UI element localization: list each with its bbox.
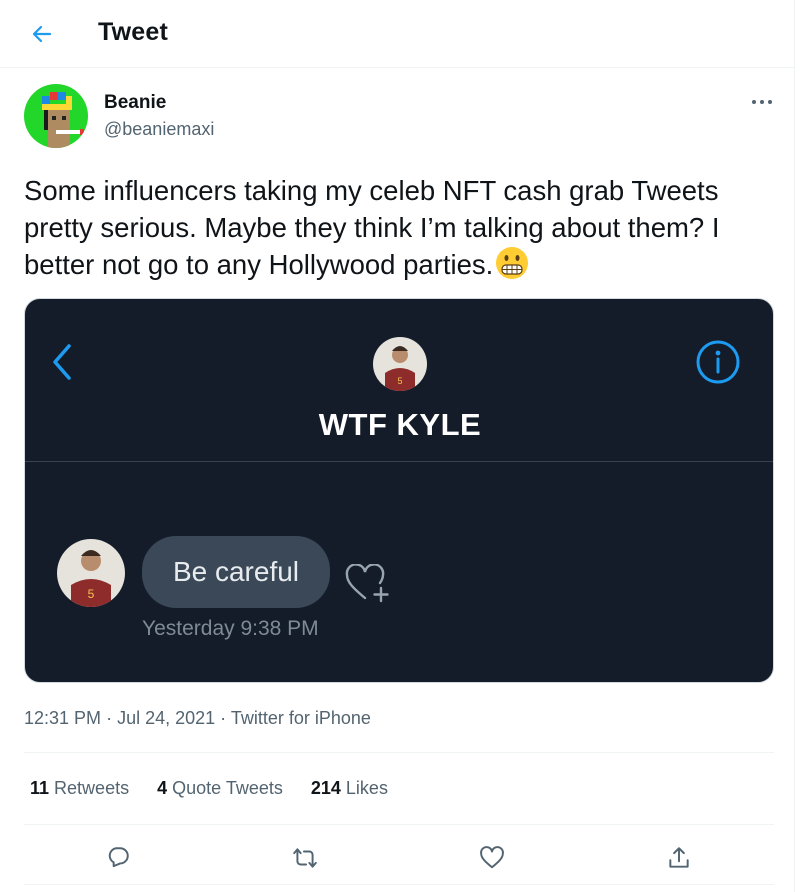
contact-avatar: 5 [373, 337, 427, 391]
share-button[interactable] [663, 842, 695, 874]
likes-count: 214 [310, 778, 341, 798]
divider [24, 884, 774, 885]
author-name[interactable]: Beanie [104, 92, 166, 114]
tweet-meta: 12:31 PM · Jul 24, 2021 · Twitter for iP… [24, 708, 371, 729]
reply-icon [108, 847, 129, 868]
likes-stat[interactable]: 214 Likes [311, 778, 388, 799]
message-bubble: Be careful [142, 536, 330, 608]
message-timestamp: Yesterday 9:38 PM [142, 617, 319, 640]
author-handle[interactable]: @beaniemaxi [104, 119, 214, 140]
svg-text:5: 5 [88, 587, 95, 601]
retweets-label: Retweets [54, 778, 130, 798]
tweet-time-link[interactable]: 12:31 PM [24, 708, 101, 728]
tweet-stats: 11 Retweets 4 Quote Tweets 214 Likes [30, 778, 388, 799]
svg-text:5: 5 [397, 376, 402, 386]
divider [24, 824, 774, 825]
share-icon [669, 847, 689, 868]
like-icon [480, 846, 504, 869]
page-title: Tweet [98, 18, 168, 46]
message-avatar: 5 [57, 539, 125, 607]
quote-tweets-label: Quote Tweets [172, 778, 283, 798]
tweet-header: Tweet [0, 0, 795, 68]
reply-button[interactable] [102, 842, 134, 874]
meta-separator-2: · [220, 708, 227, 728]
tweet-media-image[interactable]: 5 WTF KYLE 5 Be careful Yesterday 9:38 P… [24, 298, 774, 683]
contact-name: WTF KYLE [318, 407, 482, 442]
more-button[interactable] [748, 92, 776, 112]
tweet-body: Some influencers taking my celeb NFT cas… [24, 175, 720, 280]
column-border [794, 0, 795, 892]
tweet-actions [24, 834, 774, 882]
media-divider [25, 461, 773, 462]
author-avatar[interactable] [24, 84, 88, 148]
quote-tweets-count: 4 [157, 778, 168, 798]
grimacing-emoji-icon [495, 246, 529, 289]
meta-separator: · [106, 708, 113, 728]
info-icon [695, 339, 741, 390]
back-button[interactable] [28, 20, 56, 48]
heart-plus-icon [345, 563, 391, 609]
chevron-left-icon [51, 343, 73, 386]
likes-label: Likes [345, 778, 388, 798]
tweet-date-link[interactable]: Jul 24, 2021 [117, 708, 215, 728]
tweet-text: Some influencers taking my celeb NFT cas… [24, 172, 774, 289]
retweet-button[interactable] [289, 842, 321, 874]
retweet-icon [293, 848, 317, 868]
like-button[interactable] [476, 842, 508, 874]
retweets-count: 11 [30, 778, 50, 798]
back-arrow-icon [32, 25, 52, 43]
quote-tweets-stat[interactable]: 4 Quote Tweets [157, 778, 283, 799]
retweets-stat[interactable]: 11 Retweets [30, 778, 129, 799]
divider [24, 752, 774, 753]
tweet-source-link[interactable]: Twitter for iPhone [231, 708, 371, 728]
more-icon [752, 100, 772, 104]
